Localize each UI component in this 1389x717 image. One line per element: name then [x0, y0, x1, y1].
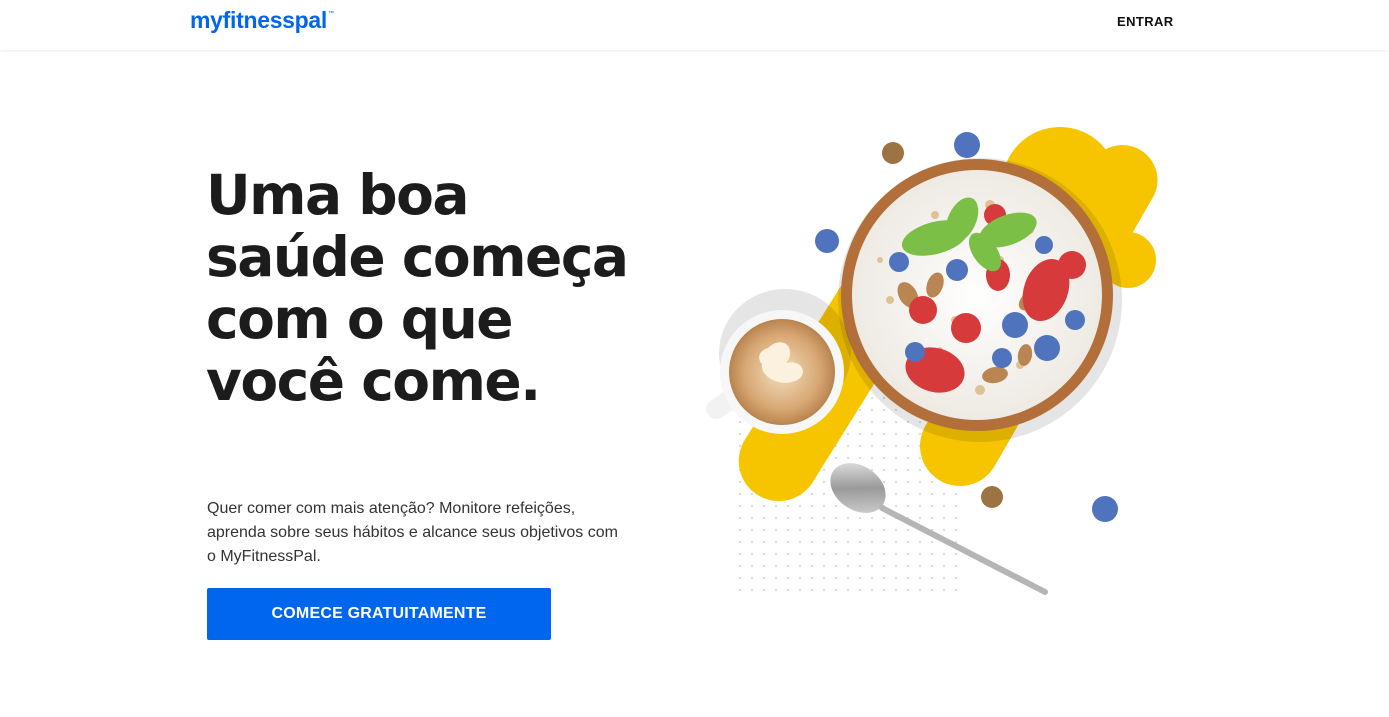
oatmeal-bowl: [838, 158, 1122, 442]
trademark-mark: ™: [328, 11, 334, 17]
login-link[interactable]: ENTRAR: [1117, 14, 1174, 29]
breakfast-illustration: [706, 127, 1158, 595]
logo-text: myfitnesspal: [190, 7, 328, 33]
start-free-button[interactable]: COMECE GRATUITAMENTE: [207, 588, 551, 640]
logo[interactable]: myfitnesspal™: [190, 7, 334, 34]
coffee-cup: [706, 289, 851, 434]
hero-subtitle: Quer comer com mais atenção? Monitore re…: [207, 500, 618, 565]
hero-title: Uma boa saúde começa com o que você come…: [206, 163, 629, 413]
site-header: myfitnesspal™ ENTRAR: [0, 0, 1389, 50]
